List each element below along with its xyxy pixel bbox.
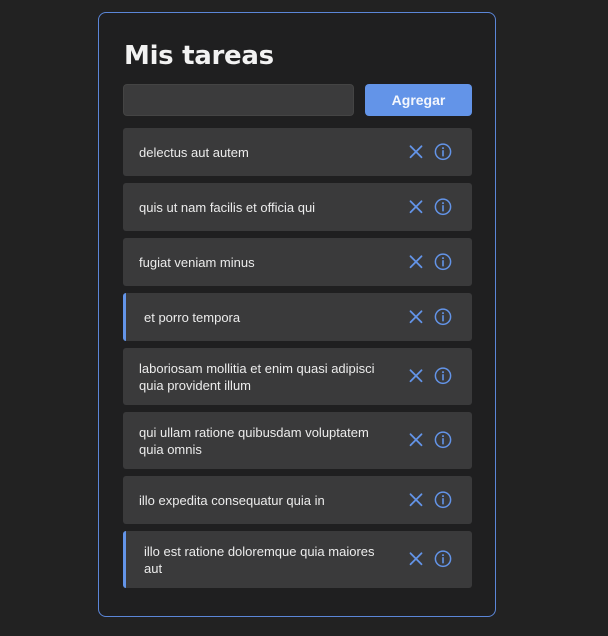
task-actions (406, 490, 452, 509)
task-actions (406, 549, 452, 568)
task-item[interactable]: fugiat veniam minus (123, 238, 472, 286)
info-icon[interactable] (433, 252, 452, 271)
task-item[interactable]: illo est ratione doloremque quia maiores… (123, 531, 472, 588)
task-text: fugiat veniam minus (139, 254, 255, 270)
add-task-button[interactable]: Agregar (365, 84, 472, 116)
task-list: delectus aut autem quis ut nam facilis et… (123, 128, 472, 595)
task-actions (406, 252, 452, 271)
task-actions (406, 197, 452, 216)
close-icon[interactable] (406, 549, 425, 568)
page-title: Mis tareas (124, 41, 274, 71)
close-icon[interactable] (406, 252, 425, 271)
close-icon[interactable] (406, 430, 425, 449)
task-text: qui ullam ratione quibusdam voluptatem q… (139, 424, 369, 457)
close-icon[interactable] (406, 197, 425, 216)
task-actions (406, 430, 452, 449)
task-item[interactable]: laboriosam mollitia et enim quasi adipis… (123, 348, 472, 405)
task-item[interactable]: illo expedita consequatur quia in (123, 476, 472, 524)
task-actions (406, 142, 452, 161)
task-text: illo est ratione doloremque quia maiores… (144, 543, 375, 576)
info-icon[interactable] (433, 197, 452, 216)
task-item[interactable]: et porro tempora (123, 293, 472, 341)
task-text: et porro tempora (144, 309, 241, 325)
info-icon[interactable] (433, 366, 452, 385)
info-icon[interactable] (433, 142, 452, 161)
task-item[interactable]: qui ullam ratione quibusdam voluptatem q… (123, 412, 472, 469)
task-input[interactable] (123, 84, 354, 116)
info-icon[interactable] (433, 549, 452, 568)
close-icon[interactable] (406, 142, 425, 161)
task-text: laboriosam mollitia et enim quasi adipis… (139, 360, 375, 393)
close-icon[interactable] (406, 490, 425, 509)
task-text: quis ut nam facilis et officia qui (139, 199, 316, 215)
close-icon[interactable] (406, 307, 425, 326)
info-icon[interactable] (433, 307, 452, 326)
task-actions (406, 307, 452, 326)
task-item[interactable]: quis ut nam facilis et officia qui (123, 183, 472, 231)
info-icon[interactable] (433, 490, 452, 509)
task-actions (406, 366, 452, 385)
todo-card: Mis tareas Agregar delectus aut autem qui… (98, 12, 496, 617)
close-icon[interactable] (406, 366, 425, 385)
task-text: illo expedita consequatur quia in (139, 492, 325, 508)
info-icon[interactable] (433, 430, 452, 449)
task-item[interactable]: delectus aut autem (123, 128, 472, 176)
task-text: delectus aut autem (139, 144, 249, 160)
